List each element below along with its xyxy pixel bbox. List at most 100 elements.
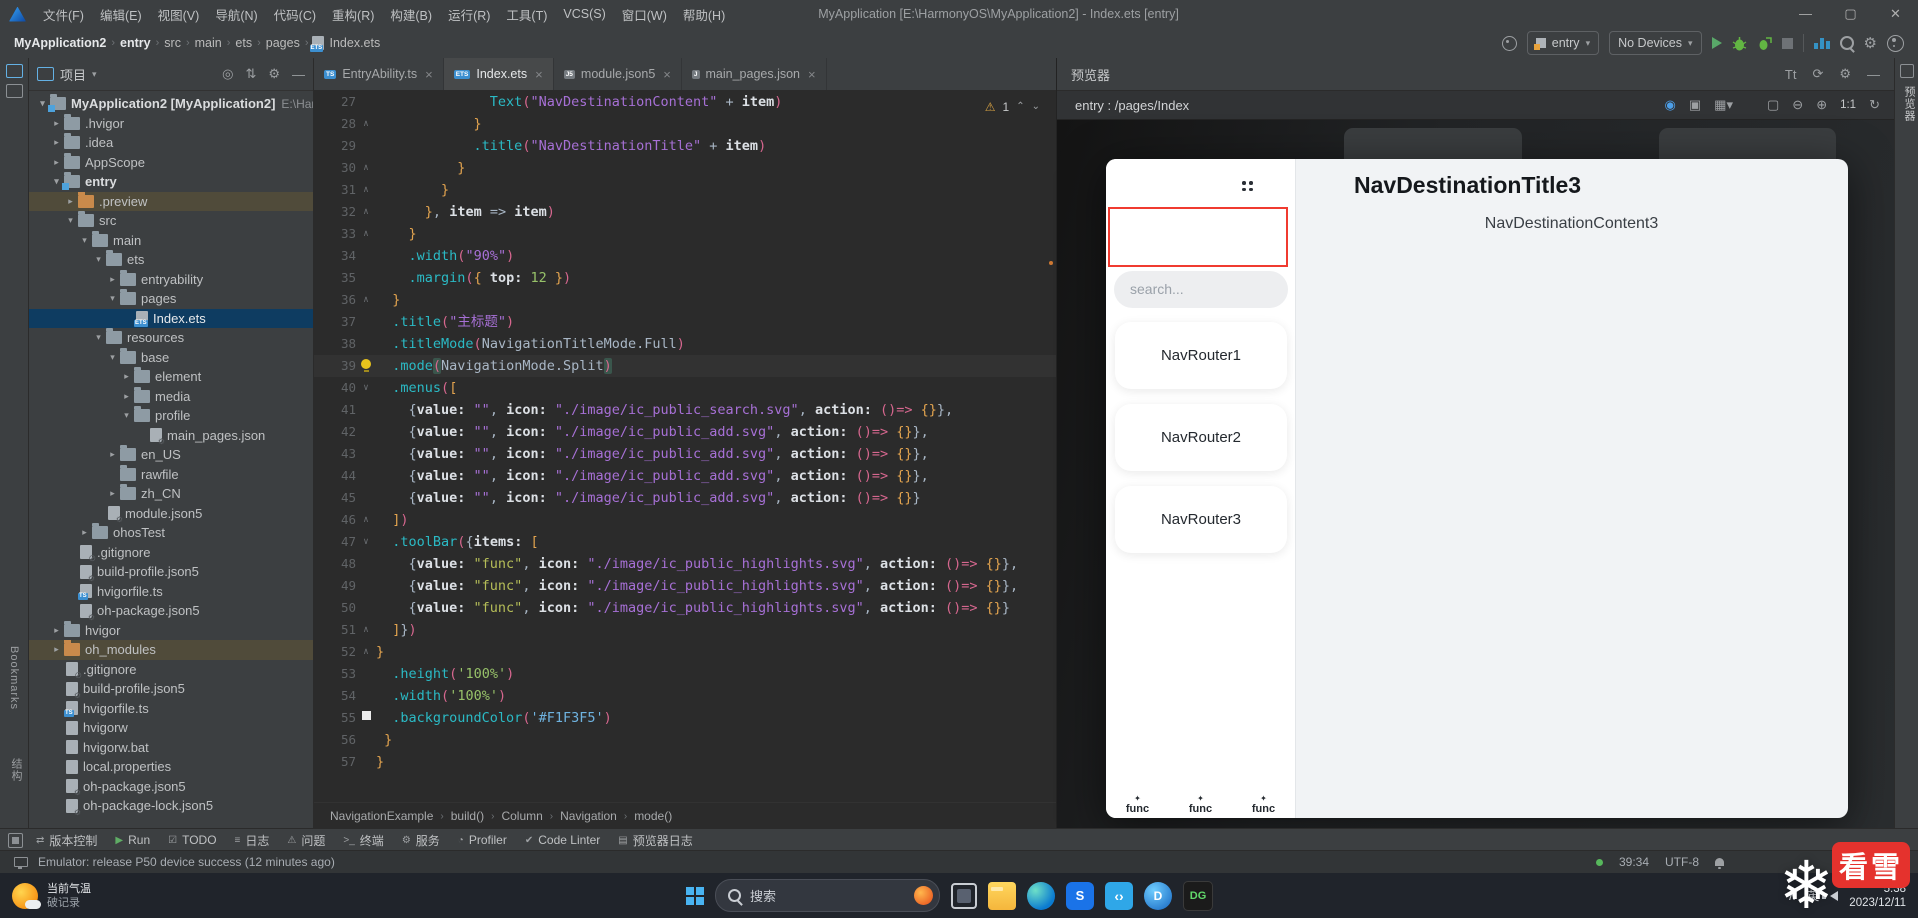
tree-item[interactable]: hvigorw.bat (29, 738, 313, 758)
tree-item[interactable]: ▾ ets (29, 250, 313, 270)
sidebar-toggle-icon[interactable] (1242, 181, 1253, 191)
fold-marker[interactable]: ∧ (356, 201, 376, 223)
inspector-icon[interactable]: ◉ (1665, 97, 1676, 113)
fold-marker[interactable]: ∧ (356, 509, 376, 531)
tree-item[interactable]: build-profile.json5 (29, 679, 313, 700)
chevron-expanded-icon[interactable]: ▾ (105, 293, 120, 304)
fold-marker[interactable]: ∧ (356, 157, 376, 179)
attach-debugger-button[interactable] (1757, 36, 1772, 51)
line-number[interactable]: 35 (314, 267, 356, 289)
chevron-expanded-icon[interactable]: ▾ (91, 332, 106, 343)
locate-icon[interactable] (1501, 35, 1517, 51)
close-icon[interactable]: × (663, 67, 671, 82)
line-number[interactable]: 33 (314, 223, 356, 245)
tree-item[interactable]: rawfile (29, 464, 313, 485)
tree-item[interactable]: hvigorw (29, 718, 313, 738)
chevron-collapsed-icon[interactable]: ▸ (49, 625, 64, 636)
profiler-icon[interactable] (1813, 37, 1830, 49)
tree-item[interactable]: Index.ets (29, 308, 313, 328)
menu-item[interactable]: 运行(R) (440, 0, 498, 28)
tab-Index.ets[interactable]: ETS Index.ets × (443, 58, 554, 90)
explorer-app-icon[interactable] (988, 881, 1016, 910)
layers-icon[interactable]: ▣ (1689, 97, 1701, 113)
minimize-button[interactable]: — (1783, 0, 1828, 28)
notifications-bell-icon[interactable] (1715, 858, 1724, 869)
toolwindow-预览器日志[interactable]: ▤ 预览器日志 (609, 829, 701, 851)
chevron-collapsed-icon[interactable]: ▸ (77, 527, 92, 538)
fold-marker[interactable]: ∨ (356, 377, 376, 399)
project-tool-icon[interactable] (5, 64, 23, 78)
chevron-collapsed-icon[interactable]: ▸ (119, 391, 134, 402)
close-icon[interactable]: × (808, 67, 816, 82)
tree-item[interactable]: oh-package-lock.json5 (29, 796, 313, 817)
toolwindow-版本控制[interactable]: ⇄ 版本控制 (27, 829, 106, 851)
line-number[interactable]: 39 (314, 355, 356, 377)
chevron-collapsed-icon[interactable]: ▸ (49, 137, 64, 148)
tree-item[interactable]: ▾ src (29, 211, 313, 231)
commit-tool-icon[interactable] (5, 84, 23, 98)
tab-main_pages.json[interactable]: Jmain_pages.json × (682, 58, 827, 90)
menu-item[interactable]: 视图(V) (150, 0, 208, 28)
nav-router-item[interactable]: NavRouter3 (1115, 486, 1287, 553)
editor-breadcrumb-item[interactable]: build() (451, 809, 484, 823)
tab-module.json5[interactable]: J5 module.json5 × (554, 58, 682, 90)
file-encoding[interactable]: UTF-8 (1665, 855, 1699, 869)
tab-EntryAbility.ts[interactable]: TS EntryAbility.ts × (314, 58, 444, 90)
menu-item[interactable]: VCS(S) (555, 0, 613, 28)
hide-previewer-icon[interactable]: — (1867, 67, 1880, 82)
breadcrumb-item[interactable]: MyApplication2 (12, 36, 108, 50)
tree-item[interactable]: ▾ profile (29, 406, 313, 426)
toolbar-func-item[interactable]: ✦ func (1189, 794, 1212, 815)
menu-item[interactable]: 编辑(E) (92, 0, 150, 28)
line-number[interactable]: 29 (314, 135, 356, 157)
rotate-device-icon[interactable]: ↻ (1869, 97, 1880, 113)
editor-breadcrumb-item[interactable]: NavigationExample (330, 809, 433, 823)
weather-widget[interactable]: 当前气温 破记录 (0, 882, 202, 910)
nav-router-item[interactable]: NavRouter1 (1115, 322, 1287, 389)
expand-collapse-icon[interactable]: ⇅ (245, 66, 256, 82)
tree-item[interactable]: .gitignore (29, 660, 313, 681)
tree-item[interactable]: ▸ en_US (29, 445, 313, 465)
tree-item[interactable]: ▸ element (29, 367, 313, 387)
tree-item[interactable]: module.json5 (29, 504, 313, 524)
search-everywhere-icon[interactable] (1839, 36, 1854, 50)
menu-item[interactable]: 文件(F) (35, 0, 92, 28)
chevron-expanded-icon[interactable]: ▾ (91, 254, 106, 265)
line-number[interactable]: 44 (314, 465, 356, 487)
toolwindow-服务[interactable]: ⚙ 服务 (393, 829, 449, 851)
tree-item[interactable]: hvigorfile.ts (29, 582, 313, 602)
tree-item[interactable]: local.properties (29, 757, 313, 777)
close-icon[interactable]: × (535, 67, 543, 82)
tree-item[interactable]: oh-package.json5 (29, 777, 313, 797)
tree-item[interactable]: main_pages.json (29, 426, 313, 446)
line-number[interactable]: 54 (314, 685, 356, 707)
tree-item[interactable]: hvigorfile.ts (29, 699, 313, 719)
next-issue-icon[interactable]: ⌄ (1032, 96, 1040, 118)
toolwindow-Run[interactable]: ▶ Run (106, 829, 159, 851)
fold-marker[interactable]: ∨ (356, 531, 376, 553)
intention-bulb-icon[interactable] (356, 355, 376, 377)
line-number[interactable]: 51 (314, 619, 356, 641)
maximize-button[interactable]: ▢ (1828, 0, 1873, 28)
code-editor[interactable]: ⚠ 1 ⌃ ⌄ 27 Text("NavDestinationContent" … (314, 91, 1056, 802)
prev-issue-icon[interactable]: ⌃ (1016, 96, 1024, 118)
module-selector[interactable]: entry ▾ (1526, 31, 1600, 55)
bookmarks-tab[interactable]: Bookmarks (8, 646, 20, 710)
previewer-settings-icon[interactable]: ⚙ (1839, 66, 1851, 82)
menu-item[interactable]: 代码(C) (266, 0, 324, 28)
account-avatar-icon[interactable] (1887, 34, 1904, 52)
chevron-collapsed-icon[interactable]: ▸ (63, 196, 78, 207)
tree-item[interactable]: ▾ entry (29, 172, 313, 192)
line-number[interactable]: 53 (314, 663, 356, 685)
breadcrumb-item[interactable]: ets (233, 36, 254, 50)
taskbar-search[interactable]: 搜索 (715, 879, 940, 912)
editor-breadcrumb-item[interactable]: mode() (634, 809, 672, 823)
menu-item[interactable]: 帮助(H) (675, 0, 733, 28)
inspections-widget[interactable]: ⚠ 1 ⌃ ⌄ (985, 96, 1040, 118)
line-number[interactable]: 46 (314, 509, 356, 531)
tree-item[interactable]: ▸ .preview (29, 191, 313, 211)
chevron-collapsed-icon[interactable]: ▸ (49, 157, 64, 168)
editor-breadcrumb-item[interactable]: Column (501, 809, 542, 823)
line-number[interactable]: 43 (314, 443, 356, 465)
caret-position[interactable]: 39:34 (1619, 855, 1649, 869)
